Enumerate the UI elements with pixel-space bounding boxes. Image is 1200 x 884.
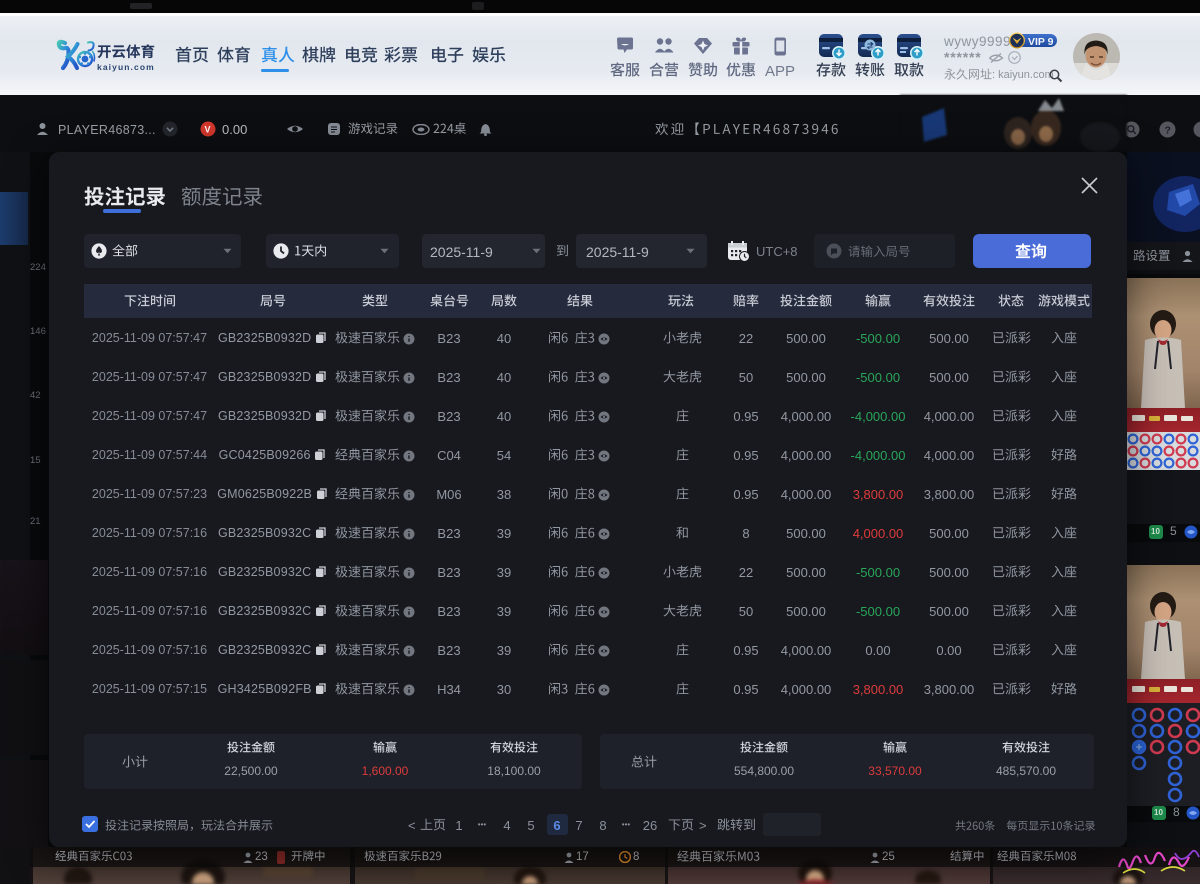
svg-text:VIP 9: VIP 9 [1028,36,1054,48]
svg-text:?: ? [1165,125,1171,137]
svg-text:V: V [205,125,211,135]
